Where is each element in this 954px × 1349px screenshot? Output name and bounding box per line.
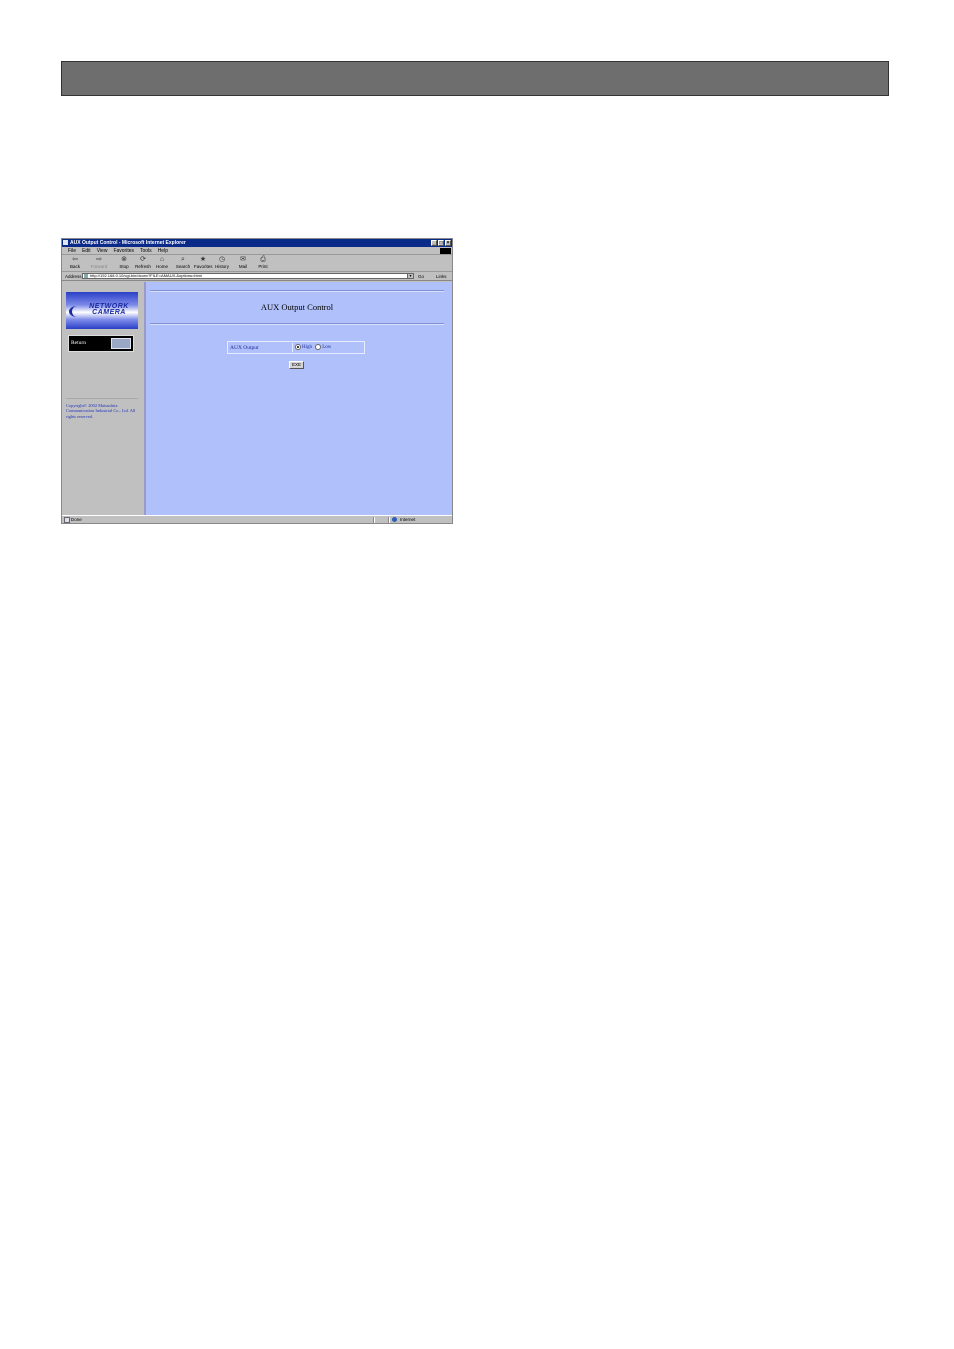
history-button[interactable]: ◷ History bbox=[213, 256, 231, 271]
favorites-icon: ★ bbox=[199, 256, 207, 263]
exe-button[interactable]: EXE bbox=[289, 361, 304, 369]
back-arrow-icon: ⇦ bbox=[72, 256, 78, 263]
mail-icon: ✉ bbox=[240, 256, 246, 263]
copyright-text: Copyright© 2002 Matsushita Communication… bbox=[66, 403, 136, 419]
page-done-icon bbox=[64, 517, 70, 523]
return-button[interactable] bbox=[111, 338, 131, 349]
minimize-button[interactable]: _ bbox=[431, 240, 437, 246]
section-header-bar bbox=[61, 61, 889, 96]
aux-output-options: High Low bbox=[292, 343, 363, 352]
forward-button[interactable]: ⇨ Forward bbox=[90, 256, 108, 271]
globe-icon bbox=[392, 517, 397, 522]
mail-button[interactable]: ✉ Mail bbox=[234, 256, 252, 271]
ie-throbber-logo bbox=[440, 248, 451, 254]
forward-arrow-icon: ⇨ bbox=[96, 256, 102, 263]
status-separator bbox=[388, 517, 390, 523]
stop-icon: ⊗ bbox=[121, 256, 127, 263]
print-button[interactable]: ⎙ Print bbox=[254, 256, 272, 271]
status-text: Done bbox=[71, 517, 82, 522]
radio-high-label: High bbox=[302, 345, 312, 350]
menu-help[interactable]: Help bbox=[158, 248, 168, 254]
security-zone-text: Internet bbox=[400, 517, 416, 522]
menu-tools[interactable]: Tools bbox=[140, 248, 152, 254]
address-label: Address bbox=[65, 274, 82, 279]
radio-high[interactable] bbox=[295, 343, 301, 350]
links-button[interactable]: Links bbox=[436, 274, 447, 279]
menu-file[interactable]: File bbox=[68, 248, 76, 254]
status-bar: Done Internet bbox=[62, 515, 452, 523]
maximize-button[interactable]: □ bbox=[438, 240, 444, 246]
radio-low[interactable] bbox=[315, 343, 322, 350]
favorites-button[interactable]: ★ Favorites bbox=[194, 256, 213, 271]
search-button[interactable]: ⌕ Search bbox=[174, 256, 192, 271]
aux-output-label: AUX Output bbox=[230, 345, 259, 351]
home-icon: ⌂ bbox=[159, 256, 165, 263]
window-title: AUX Output Control - Microsoft Internet … bbox=[70, 240, 186, 246]
browser-window: AUX Output Control - Microsoft Internet … bbox=[61, 238, 453, 524]
menu-edit[interactable]: Edit bbox=[82, 248, 91, 254]
divider bbox=[66, 398, 138, 399]
return-nav[interactable]: Return bbox=[68, 335, 134, 352]
divider bbox=[150, 290, 444, 292]
window-titlebar: AUX Output Control - Microsoft Internet … bbox=[62, 239, 452, 247]
print-icon: ⎙ bbox=[260, 256, 266, 263]
network-camera-logo: NETWORK CAMERA bbox=[66, 292, 138, 329]
page-icon bbox=[84, 274, 88, 278]
back-button[interactable]: ⇦ Back bbox=[66, 256, 84, 271]
close-button[interactable]: × bbox=[445, 240, 451, 246]
window-controls: _ □ × bbox=[431, 240, 451, 246]
refresh-button[interactable]: ⟳ Refresh bbox=[134, 256, 152, 271]
aux-output-setting: AUX Output High Low bbox=[227, 341, 365, 354]
browser-toolbar: ⇦ Back ⇨ Forward ⊗ Stop ⟳ Refresh ⌂ Home ⌕ Sea… bbox=[62, 255, 452, 272]
page-title: AUX Output Control bbox=[260, 302, 334, 312]
address-bar: Address http://192.168.0.10/cgi-bin/dcon… bbox=[62, 272, 452, 281]
return-label: Return bbox=[71, 340, 86, 346]
refresh-icon: ⟳ bbox=[140, 256, 146, 263]
menu-favorites[interactable]: Favorites bbox=[113, 248, 134, 254]
stop-button[interactable]: ⊗ Stop bbox=[115, 256, 133, 271]
history-icon: ◷ bbox=[218, 256, 226, 263]
divider bbox=[150, 323, 444, 325]
main-content-frame: AUX Output Control AUX Output High Low E… bbox=[146, 282, 452, 515]
ie-app-icon bbox=[63, 240, 68, 245]
menu-view[interactable]: View bbox=[97, 248, 108, 254]
menu-bar: File Edit View Favorites Tools Help bbox=[62, 247, 452, 255]
radio-low-label: Low bbox=[322, 345, 332, 350]
address-url: http://192.168.0.10/cgi-bin/dconv?FILE=A… bbox=[90, 273, 202, 278]
home-button[interactable]: ⌂ Home bbox=[153, 256, 171, 271]
chevron-down-icon[interactable]: ▾ bbox=[407, 274, 413, 278]
search-icon: ⌕ bbox=[181, 256, 185, 263]
status-separator bbox=[373, 517, 375, 523]
go-button[interactable]: Go bbox=[418, 274, 424, 279]
left-nav-frame: NETWORK CAMERA Return Copyright© 2002 Mat… bbox=[62, 282, 146, 515]
address-input[interactable]: http://192.168.0.10/cgi-bin/dconv?FILE=A… bbox=[82, 273, 414, 279]
